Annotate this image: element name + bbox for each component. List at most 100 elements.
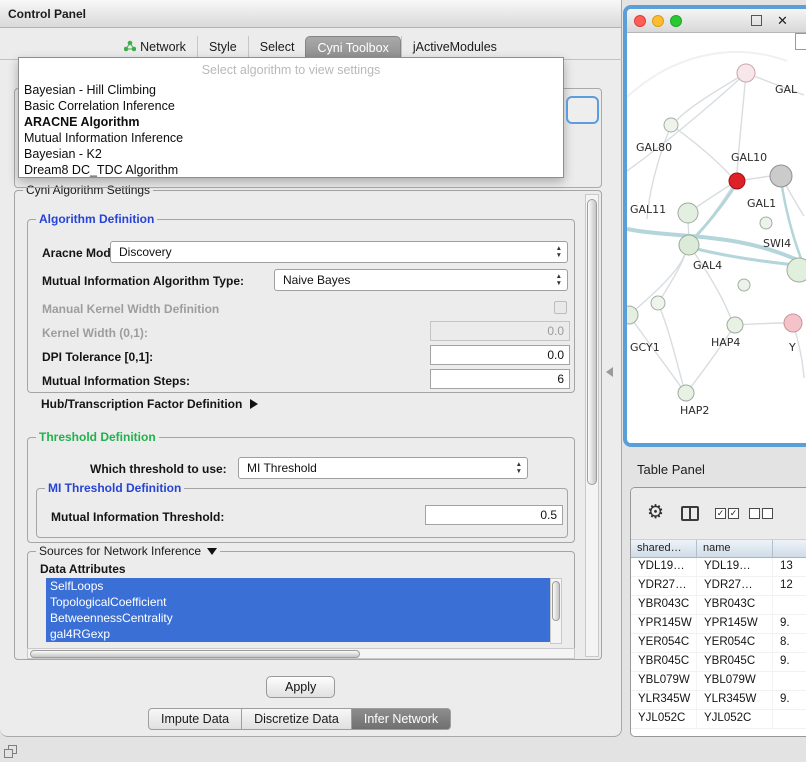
tab-style[interactable]: Style [197,36,248,59]
sources-legend[interactable]: Sources for Network Inference [36,544,220,558]
cell [773,596,806,614]
table-header-row: shared… name [631,540,806,558]
attribute-item-selected[interactable]: BetweennessCentrality [46,610,550,626]
mi-type-select[interactable]: Naive Bayes ▲▼ [274,269,568,291]
which-threshold-select[interactable]: MI Threshold ▲▼ [238,457,528,479]
algorithm-definition-legend: Algorithm Definition [36,212,157,226]
attributes-vertical-scrollbar[interactable] [550,578,562,644]
algorithm-option[interactable]: Mutual Information Inference [19,130,563,146]
sources-legend-label: Sources for Network Inference [39,544,201,558]
cell [773,710,806,728]
birdseye-corner-box[interactable] [795,33,806,50]
tab-cyni-toolbox[interactable]: Cyni Toolbox [305,36,400,59]
cell: YBL079W [697,672,773,690]
control-panel-tabbar: Network Style Select Cyni Toolbox jActiv… [0,36,621,59]
network-node[interactable] [651,296,665,310]
attribute-item-selected[interactable]: SelfLoops [46,578,550,594]
network-node-red[interactable] [729,173,745,189]
close-traffic-light[interactable] [634,15,646,27]
settings-horizontal-scrollbar[interactable] [27,648,575,659]
table-row[interactable]: YBR045C YBR045C 9. [631,653,806,672]
gear-icon[interactable]: ⚙ [647,501,664,524]
tab-jactivemodules[interactable]: jActiveModules [401,36,508,59]
algorithm-option[interactable]: Basic Correlation Inference [19,98,563,114]
table-row[interactable]: YBR043C YBR043C [631,596,806,615]
algorithm-option-selected[interactable]: ARACNE Algorithm [19,114,563,130]
table-row[interactable]: YJL052C YJL052C [631,710,806,729]
apply-button[interactable]: Apply [266,676,335,698]
network-node[interactable] [787,258,806,282]
tab-infer-network[interactable]: Infer Network [352,708,451,730]
minimize-traffic-light[interactable] [652,15,664,27]
network-node[interactable] [738,279,750,291]
mi-steps-label: Mutual Information Steps: [42,374,190,388]
network-node-pink[interactable] [784,314,802,332]
cell: YBR045C [631,653,697,671]
network-node[interactable] [678,203,698,223]
mi-steps-field[interactable] [430,369,570,389]
network-node[interactable] [678,385,694,401]
cell: YER054C [631,634,697,652]
tab-select-label: Select [260,40,295,54]
network-node[interactable] [737,64,755,82]
tab-impute-data[interactable]: Impute Data [148,708,242,730]
dpi-tolerance-label: DPI Tolerance [0,1]: [42,350,153,364]
manual-kernel-label: Manual Kernel Width Definition [42,302,219,316]
network-node[interactable] [760,217,772,229]
columns-icon[interactable] [681,506,699,521]
algorithm-placeholder-option[interactable]: Select algorithm to view settings [19,58,563,82]
checked-boxes-icon[interactable]: ✓ ✓ [715,508,739,519]
combo-arrows-icon: ▲▼ [516,461,522,475]
tab-select[interactable]: Select [248,36,306,59]
kernel-width-field[interactable] [430,321,570,341]
network-node-gray[interactable] [770,165,792,187]
cell: YLR345W [631,691,697,709]
splitter-collapse-arrow[interactable] [606,367,613,377]
data-attributes-label: Data Attributes [40,562,126,576]
tab-discretize-data[interactable]: Discretize Data [242,708,352,730]
table-row[interactable]: YBL079W YBL079W [631,672,806,691]
horizontal-scrollbar-thumb[interactable] [30,650,360,658]
unchecked-box [762,508,773,519]
unchecked-boxes-icon[interactable] [749,508,773,519]
aracne-mode-value: Discovery [119,245,172,259]
mi-threshold-group: MI Threshold Definition Mutual Informati… [36,488,568,538]
table-row[interactable]: YDL19… YDL19… 13 [631,558,806,577]
hub-definition-expander[interactable]: Hub/Transcription Factor Definition [41,397,258,411]
table-row[interactable]: YPR145W YPR145W 9. [631,615,806,634]
network-node[interactable] [727,317,743,333]
settings-vertical-scrollbar[interactable] [585,194,599,657]
unchecked-box [749,508,760,519]
dpi-tolerance-field[interactable] [430,345,570,365]
mi-threshold-field[interactable] [425,505,563,525]
table-row[interactable]: YLR345W YLR345W 9. [631,691,806,710]
network-node[interactable] [664,118,678,132]
settings-scrollbar-thumb[interactable] [587,199,597,485]
network-canvas[interactable]: GAL GAL80 GAL10 GAL11 GAL1 SWI4 GAL4 GCY… [627,33,806,443]
minimized-window-icon[interactable] [4,745,19,760]
zoom-traffic-light[interactable] [670,15,682,27]
column-header-cut[interactable] [773,540,806,557]
table-row[interactable]: YDR27… YDR27… 12 [631,577,806,596]
tab-jactivemodules-label: jActiveModules [413,40,497,54]
algorithm-option[interactable]: Dream8 DC_TDC Algorithm [19,162,563,178]
table-panel-title: Table Panel [637,462,705,477]
kernel-width-label: Kernel Width (0,1): [42,326,148,340]
algorithm-settings-button[interactable] [566,96,599,124]
algorithm-option[interactable]: Bayesian - K2 [19,146,563,162]
attribute-item-selected[interactable]: gal4RGexp [46,626,550,642]
attributes-scrollbar-thumb[interactable] [552,581,560,621]
network-node[interactable] [679,235,699,255]
algorithm-option[interactable]: Bayesian - Hill Climbing [19,82,563,98]
float-window-icon[interactable] [751,15,762,26]
cell: 13 [773,558,806,576]
tab-network[interactable]: Network [113,36,197,59]
aracne-mode-select[interactable]: Discovery ▲▼ [110,241,568,263]
attribute-item-selected[interactable]: TopologicalCoefficient [46,594,550,610]
data-attributes-list: SelfLoops TopologicalCoefficient Between… [46,578,550,644]
column-header-shared-name[interactable]: shared… [631,540,697,557]
close-window-icon[interactable]: ✕ [777,13,788,29]
table-row[interactable]: YER054C YER054C 8. [631,634,806,653]
manual-kernel-checkbox[interactable] [554,301,567,314]
column-header-name[interactable]: name [697,540,773,557]
